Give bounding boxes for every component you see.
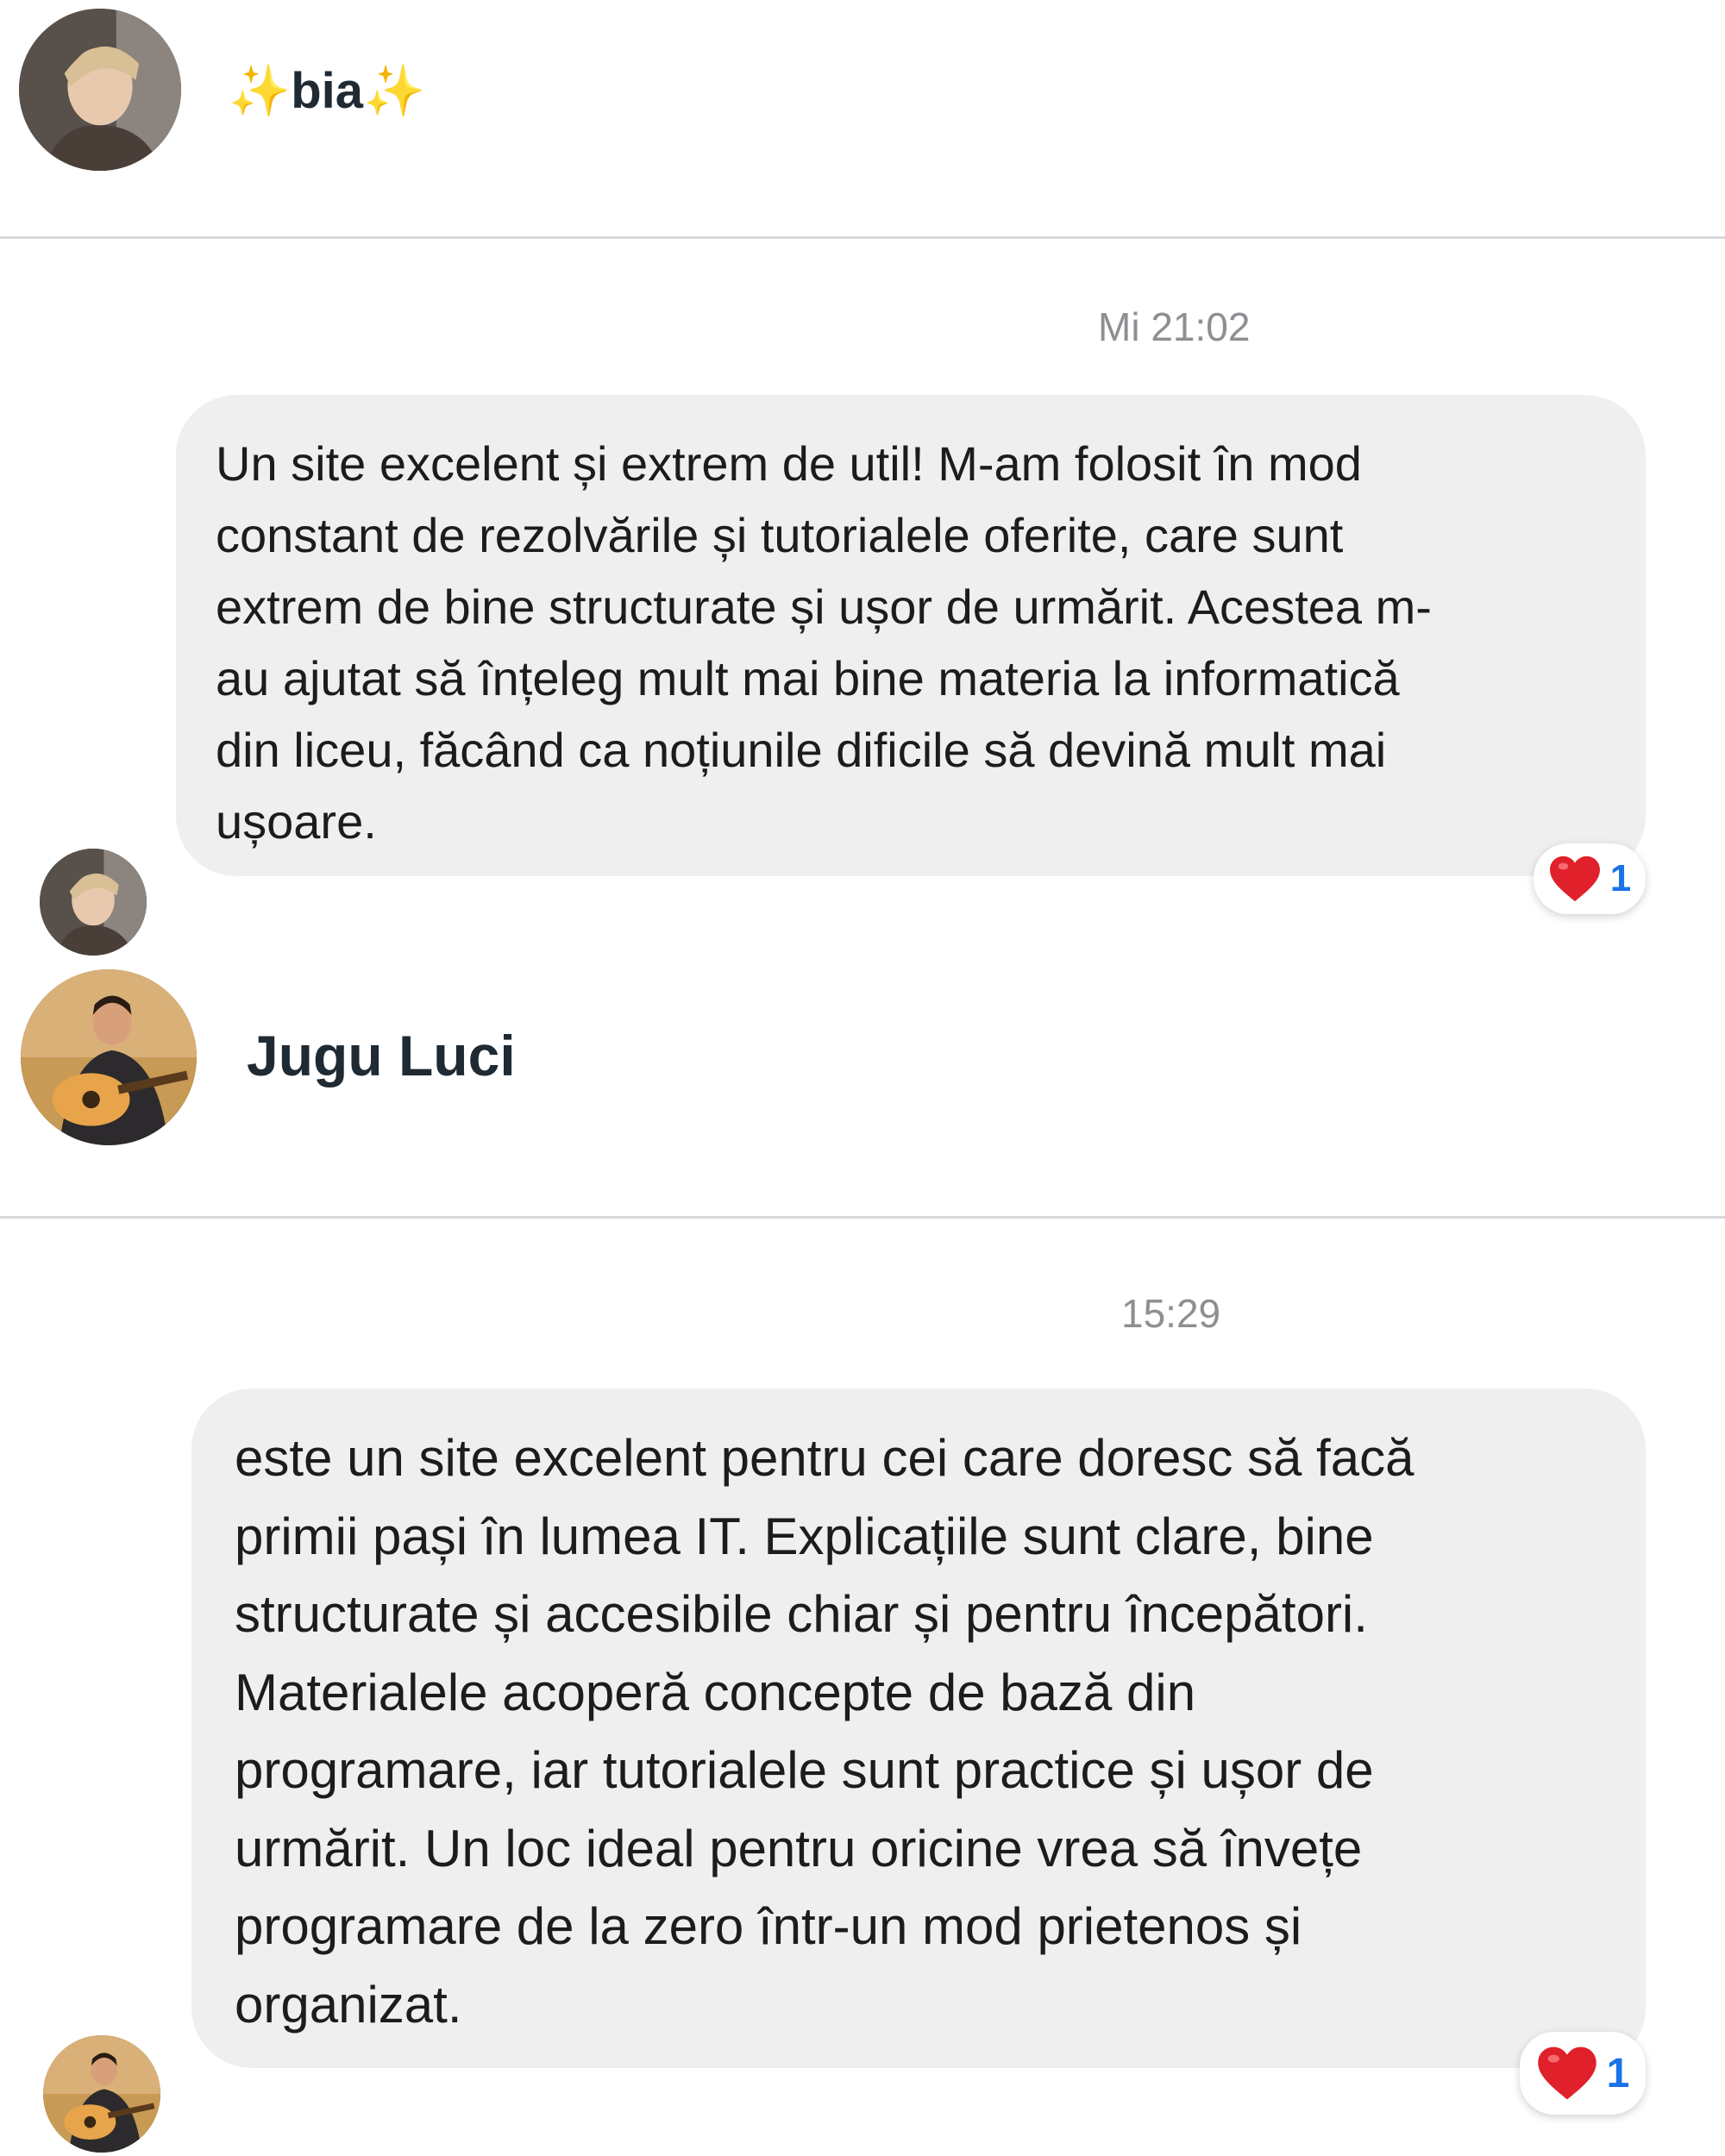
reaction-count: 1 bbox=[1609, 857, 1632, 899]
message-bubble[interactable]: este un site excelent pentru cei care do… bbox=[191, 1388, 1646, 2068]
contact-name-text: Jugu Luci bbox=[247, 1024, 516, 1087]
message-sender-avatar[interactable] bbox=[40, 849, 147, 956]
reaction-count: 1 bbox=[1606, 2050, 1630, 2096]
sparkle-icon: ✨ bbox=[363, 63, 426, 119]
user-photo-avatar bbox=[19, 9, 181, 171]
message-timestamp: Mi 21:02 bbox=[1098, 304, 1251, 349]
contact-name-text: bia bbox=[291, 63, 364, 119]
message-bubble[interactable]: Un site excelent și extrem de util! M-am… bbox=[176, 395, 1646, 876]
reaction-badge[interactable]: 1 bbox=[1534, 843, 1646, 914]
message-sender-avatar[interactable] bbox=[43, 2035, 160, 2153]
heart-icon bbox=[1537, 2046, 1596, 2100]
contact-name[interactable]: Jugu Luci bbox=[247, 1023, 516, 1088]
message-timestamp: 15:29 bbox=[1121, 1291, 1221, 1336]
message-text: este un site excelent pentru cei care do… bbox=[235, 1429, 1414, 2034]
header-divider bbox=[0, 1216, 1725, 1219]
contact-name[interactable]: ✨bia✨ bbox=[229, 62, 425, 121]
user-photo-avatar-guitar bbox=[43, 2035, 160, 2153]
heart-icon bbox=[1549, 856, 1600, 902]
reaction-badge[interactable]: 1 bbox=[1520, 2032, 1646, 2115]
header-divider bbox=[0, 236, 1725, 239]
contact-avatar-bia[interactable] bbox=[19, 9, 181, 171]
user-photo-avatar-guitar bbox=[21, 969, 197, 1145]
sparkle-icon: ✨ bbox=[229, 63, 292, 119]
user-photo-avatar bbox=[40, 849, 147, 956]
contact-avatar-jugu-luci[interactable] bbox=[21, 969, 197, 1145]
message-text: Un site excelent și extrem de util! M-am… bbox=[216, 436, 1432, 849]
